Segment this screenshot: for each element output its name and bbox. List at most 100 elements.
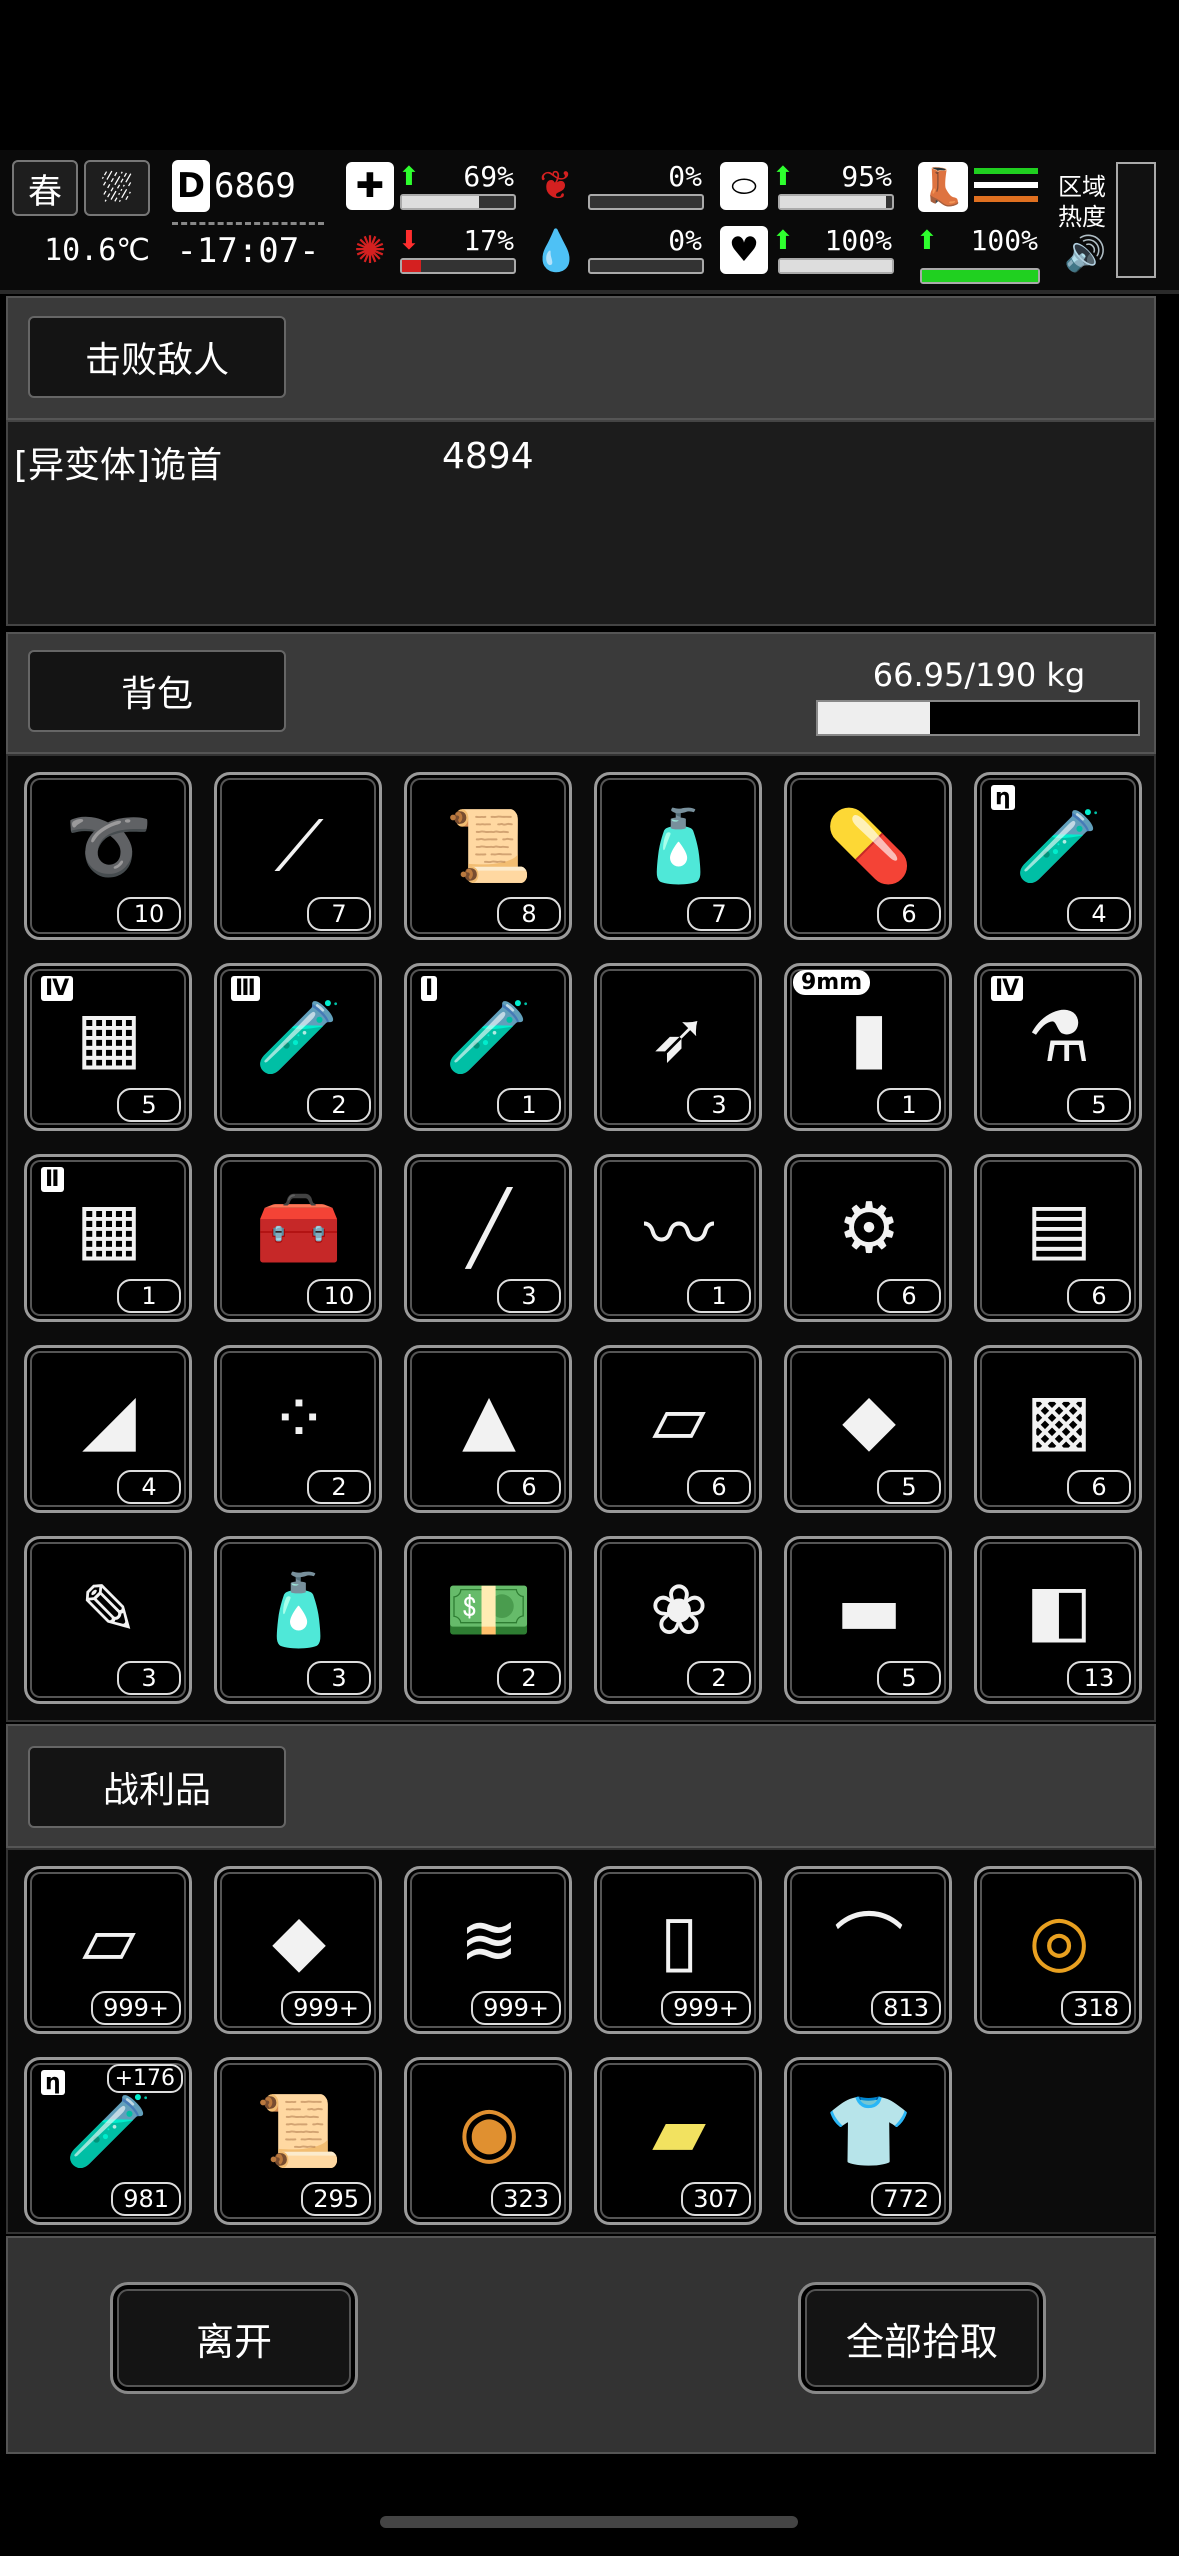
- spray-bottle-icon: 🧴: [255, 1568, 343, 1651]
- bleeding-value: 0%: [668, 224, 702, 257]
- speaker-icon[interactable]: 🔊: [1064, 234, 1106, 274]
- item-quantity: 10: [117, 897, 181, 931]
- lockpick-icon: ⟋: [274, 804, 324, 887]
- item-slot[interactable]: ✎ 3: [24, 1536, 192, 1704]
- health-bar-fill: [402, 196, 480, 208]
- item-slot[interactable]: 🧰 10: [214, 1154, 382, 1322]
- spring-icon: 〰: [644, 1192, 714, 1275]
- item-slot[interactable]: 💊 6: [784, 772, 952, 940]
- speed-stat[interactable]: 👢 ⬆ 100%: [912, 158, 1046, 284]
- item-slot[interactable]: 〰 1: [594, 1154, 762, 1322]
- loot-button[interactable]: 战利品: [28, 1746, 286, 1828]
- mood-bar: [778, 258, 894, 274]
- day-icon: D: [172, 160, 210, 212]
- hunger-stat[interactable]: ❦ 0%: [528, 158, 710, 218]
- item-quantity: 999+: [661, 1991, 751, 2025]
- speed-lines-icon: [974, 168, 1038, 202]
- fang-icon: ▲: [462, 1378, 516, 1460]
- speed-value: 100%: [970, 224, 1038, 257]
- item-quantity: 5: [1067, 1088, 1131, 1122]
- item-slot[interactable]: ▯ 999+: [594, 1866, 762, 2034]
- loot-header: 战利品: [6, 1724, 1156, 1848]
- item-slot[interactable]: ▤ 6: [974, 1154, 1142, 1322]
- item-slot[interactable]: ⚗ Ⅳ 5: [974, 963, 1142, 1131]
- item-slot[interactable]: ◆ 999+: [214, 1866, 382, 2034]
- test-tube-icon: 🧪: [445, 995, 533, 1078]
- hide-icon: ◆: [842, 1378, 896, 1460]
- item-slot[interactable]: ▦ Ⅱ 1: [24, 1154, 192, 1322]
- item-slot[interactable]: ▦ Ⅳ 5: [24, 963, 192, 1131]
- item-slot[interactable]: 🧪 η 4: [974, 772, 1142, 940]
- item-slot[interactable]: ╱ 3: [404, 1154, 572, 1322]
- mood-bar-fill: [780, 260, 892, 272]
- leave-button[interactable]: 离开: [110, 2282, 358, 2394]
- item-slot[interactable]: ▲ 6: [404, 1345, 572, 1513]
- cloth-icon: ▱: [652, 1378, 706, 1460]
- item-quantity: 8: [497, 897, 561, 931]
- defeat-enemy-button[interactable]: 击败敌人: [28, 316, 286, 398]
- hide-icon: ◆: [272, 1899, 326, 1981]
- item-slot[interactable]: ▱ 6: [594, 1345, 762, 1513]
- item-quantity: 1: [117, 1279, 181, 1313]
- take-all-button[interactable]: 全部拾取: [798, 2282, 1046, 2394]
- yellow-fabric-icon: ▰: [652, 2090, 706, 2172]
- item-slot[interactable]: 🧪 η +176 981: [24, 2057, 192, 2225]
- tier-badge: Ⅳ: [991, 976, 1024, 1001]
- item-quantity: 13: [1067, 1661, 1131, 1695]
- stamina-stat[interactable]: ⬭ ⬆ 95%: [716, 158, 900, 218]
- item-slot[interactable]: ▬ 5: [784, 1536, 952, 1704]
- mood-stat[interactable]: ♥ ⬆ 100%: [716, 222, 900, 282]
- item-slot[interactable]: 📜 8: [404, 772, 572, 940]
- item-slot[interactable]: ▮ 9mm 1: [784, 963, 952, 1131]
- hunger-value: 0%: [668, 160, 702, 193]
- item-slot[interactable]: ▰ 307: [594, 2057, 762, 2225]
- item-slot[interactable]: ⚙ 6: [784, 1154, 952, 1322]
- defeat-header: 击败敌人: [6, 296, 1156, 420]
- lung-icon: ⬭: [720, 162, 768, 210]
- loot-grid: ▱ 999+ ◆ 999+ ≋ 999+ ▯ 999+ ⌒ 813 ◎ 318 🧪 η +176 981 📜 29…: [6, 1848, 1156, 2234]
- item-slot[interactable]: ▩ 6: [974, 1345, 1142, 1513]
- item-slot[interactable]: 🧴 3: [214, 1536, 382, 1704]
- item-slot[interactable]: 🧴 7: [594, 772, 762, 940]
- weight-bar: [816, 700, 1140, 736]
- hunger-bar: [588, 194, 704, 210]
- item-quantity: 999+: [471, 1991, 561, 2025]
- item-slot[interactable]: ≋ 999+: [404, 1866, 572, 2034]
- item-slot[interactable]: ➶ 3: [594, 963, 762, 1131]
- tier-badge: Ⅳ: [41, 976, 74, 1001]
- item-slot[interactable]: 👕 772: [784, 2057, 952, 2225]
- item-slot[interactable]: ◧ 13: [974, 1536, 1142, 1704]
- item-quantity: 772: [871, 2182, 941, 2216]
- item-slot[interactable]: ⁘ 2: [214, 1345, 382, 1513]
- item-quantity: 1: [687, 1279, 751, 1313]
- home-indicator[interactable]: [380, 2516, 798, 2528]
- clock: -17:07-: [172, 222, 324, 277]
- infection-stat[interactable]: ✺ ⬇ 17%: [342, 222, 522, 282]
- trend-down-icon: ⬇: [398, 226, 420, 256]
- item-slot[interactable]: ◢ 4: [24, 1345, 192, 1513]
- item-slot[interactable]: 💵 2: [404, 1536, 572, 1704]
- rain-cloud-icon[interactable]: ⛆: [84, 160, 150, 216]
- item-slot[interactable]: ◉ 323: [404, 2057, 572, 2225]
- item-slot[interactable]: 📜 295: [214, 2057, 382, 2225]
- item-slot[interactable]: ◎ 318: [974, 1866, 1142, 2034]
- item-slot[interactable]: 🧪 Ⅰ 1: [404, 963, 572, 1131]
- item-slot[interactable]: ⌒ 813: [784, 1866, 952, 2034]
- backpack-button[interactable]: 背包: [28, 650, 286, 732]
- item-slot[interactable]: ◆ 5: [784, 1345, 952, 1513]
- item-quantity: 307: [681, 2182, 751, 2216]
- item-slot[interactable]: ❀ 2: [594, 1536, 762, 1704]
- bleeding-stat[interactable]: 💧 0%: [528, 222, 710, 282]
- cigarette-icon: ╱: [467, 1187, 511, 1269]
- enemy-value: 4894: [442, 436, 534, 477]
- item-slot[interactable]: ▱ 999+: [24, 1866, 192, 2034]
- health-stat[interactable]: ✚ ⬆ 69%: [342, 158, 522, 218]
- item-slot[interactable]: ➰ 10: [24, 772, 192, 940]
- item-quantity: 3: [117, 1661, 181, 1695]
- season-indicator[interactable]: 春: [12, 160, 78, 216]
- item-slot[interactable]: 🧪 Ⅲ 2: [214, 963, 382, 1131]
- item-slot[interactable]: ⟋ 7: [214, 772, 382, 940]
- bullet-icon: ▮: [849, 996, 889, 1078]
- torn-shirt-icon: 👕: [825, 2089, 913, 2172]
- toolbox-icon: 🧰: [255, 1186, 343, 1269]
